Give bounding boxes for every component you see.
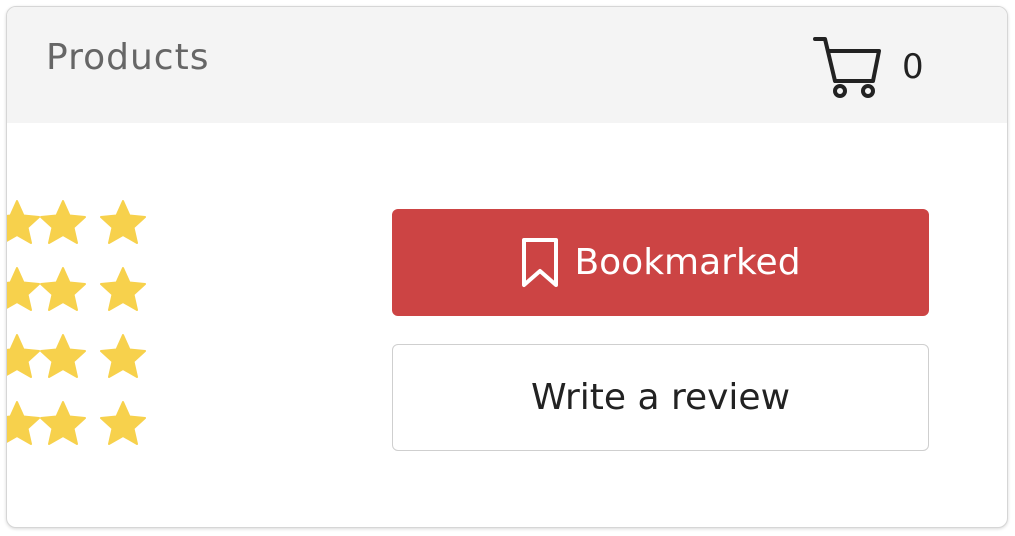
star-icon: [7, 199, 41, 247]
star-icon: [99, 199, 147, 247]
bookmark-icon: [520, 237, 560, 289]
product-card: Products 0 Bookmarked Write a review: [6, 6, 1008, 528]
star-icon: [99, 400, 147, 448]
rating-stars: [7, 199, 153, 459]
star-icon: [7, 333, 41, 381]
star-icon: [99, 266, 147, 314]
star-icon: [7, 266, 41, 314]
star-icon: [7, 400, 41, 448]
products-header: Products 0: [7, 7, 1007, 123]
cart-icon: [813, 35, 883, 99]
write-review-button[interactable]: Write a review: [392, 344, 929, 451]
write-review-label: Write a review: [530, 377, 791, 418]
star-icon: [99, 333, 147, 381]
star-icon: [39, 266, 87, 314]
cart-button[interactable]: [813, 35, 883, 99]
star-icon: [39, 400, 87, 448]
bookmark-button[interactable]: Bookmarked: [392, 209, 929, 316]
cart-count: 0: [902, 47, 924, 87]
star-icon: [39, 199, 87, 247]
bookmark-label: Bookmarked: [574, 242, 801, 283]
star-icon: [39, 333, 87, 381]
page-title: Products: [46, 37, 210, 78]
